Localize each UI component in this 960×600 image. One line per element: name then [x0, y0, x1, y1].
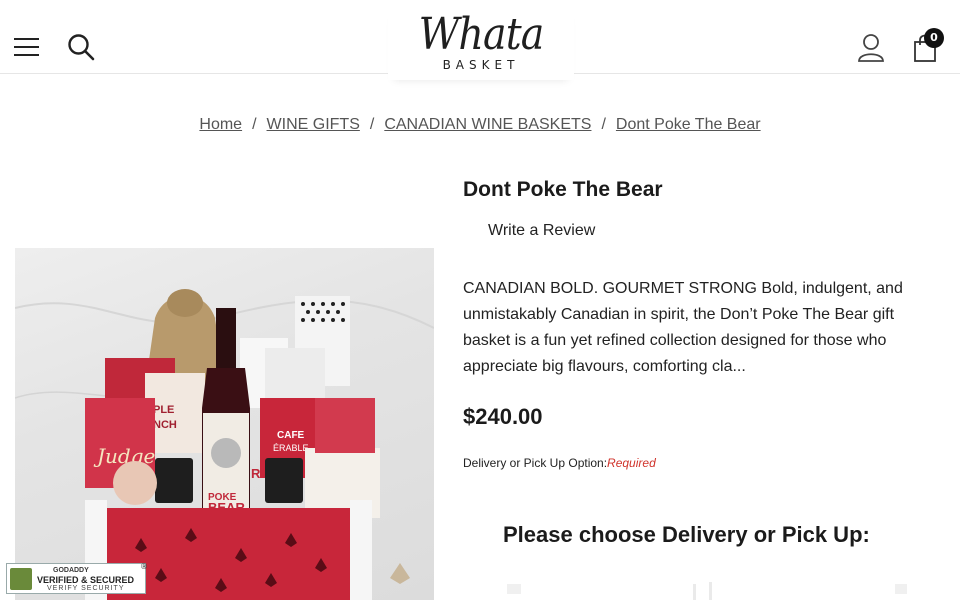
- seal-brand: GODADDY: [53, 567, 89, 574]
- cafe-erable-label: CAFE: [277, 430, 305, 441]
- cart-count-badge: 0: [924, 28, 944, 48]
- product-price: $240.00: [463, 404, 543, 429]
- delivery-option-text: Delivery or Pick Up Option:: [463, 456, 608, 470]
- maple-crunch-label: PLE: [153, 404, 174, 416]
- product-image[interactable]: PLE NCH Judge POKE BEAR RED CAFE ÉRABLE: [15, 248, 434, 600]
- breadcrumb-current-product[interactable]: Dont Poke The Bear: [616, 116, 761, 133]
- logo-wordmark: Whata: [418, 9, 545, 60]
- required-indicator: Required: [607, 456, 656, 470]
- product-description: CANADIAN BOLD. GOURMET STRONG Bold, indu…: [463, 280, 903, 375]
- seal-verified-text: VERIFIED & SECURED: [37, 575, 135, 585]
- breadcrumb-separator: /: [369, 116, 375, 133]
- gift-basket-illustration: PLE NCH Judge POKE BEAR RED CAFE ÉRABLE: [15, 289, 434, 600]
- godaddy-security-seal[interactable]: GODADDY VERIFIED & SECURED VERIFY SECURI…: [6, 563, 146, 594]
- breadcrumb-canadian-wine-baskets[interactable]: CANADIAN WINE BASKETS: [384, 116, 591, 133]
- seal-verify-text: VERIFY SECURITY: [47, 585, 125, 592]
- search-icon[interactable]: [66, 32, 96, 62]
- breadcrumb-separator: /: [252, 116, 257, 133]
- hamburger-menu-icon[interactable]: [14, 38, 40, 60]
- registered-mark-icon: ®: [140, 562, 148, 571]
- delivery-choice-heading: Please choose Delivery or Pick Up:: [503, 522, 870, 547]
- cafe-erable-label: ÉRABLE: [273, 443, 309, 453]
- breadcrumb-wine-gifts[interactable]: WINE GIFTS: [267, 116, 360, 133]
- lock-icon: [10, 568, 32, 590]
- delivery-options-preview[interactable]: [503, 578, 913, 600]
- product-title: Dont Poke The Bear: [463, 178, 663, 201]
- maple-crunch-label: NCH: [153, 419, 177, 431]
- breadcrumb-separator: /: [601, 116, 606, 133]
- site-logo[interactable]: Whata BASKET: [388, 6, 574, 80]
- breadcrumb: Home / WINE GIFTS / CANADIAN WINE BASKETS / Do…: [0, 116, 960, 134]
- delivery-option-label: Delivery or Pick Up Option:Required: [463, 456, 656, 470]
- breadcrumb-home[interactable]: Home: [199, 116, 242, 133]
- site-header: Whata BASKET 0: [0, 0, 960, 80]
- write-review-link[interactable]: Write a Review: [488, 222, 595, 240]
- logo-tagline: BASKET: [442, 58, 520, 72]
- account-icon[interactable]: [856, 32, 886, 64]
